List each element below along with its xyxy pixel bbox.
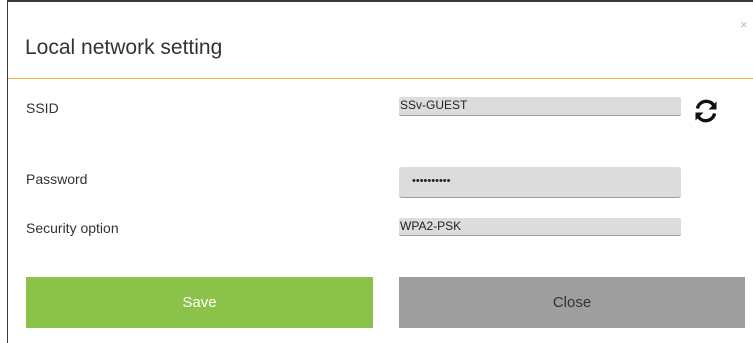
refresh-icon[interactable] — [694, 99, 718, 123]
dialog-title: Local network setting — [25, 36, 223, 59]
security-option-label: Security option — [26, 220, 119, 236]
save-button[interactable]: Save — [26, 277, 373, 328]
security-option-field[interactable]: WPA2-PSK — [399, 218, 681, 236]
password-label: Password — [26, 171, 88, 187]
close-icon[interactable]: × — [740, 18, 748, 31]
top-border — [7, 0, 753, 2]
refresh-icon-graphic — [695, 99, 717, 123]
password-field[interactable]: •••••••••• — [399, 167, 681, 198]
close-button[interactable]: Close — [399, 277, 745, 328]
header-divider — [8, 78, 753, 79]
ssid-field[interactable]: SSv-GUEST — [399, 97, 681, 116]
ssid-label: SSID — [26, 100, 59, 116]
local-network-setting-dialog: Local network setting × SSID SSv-GUEST P… — [0, 0, 753, 343]
left-border — [7, 0, 8, 343]
